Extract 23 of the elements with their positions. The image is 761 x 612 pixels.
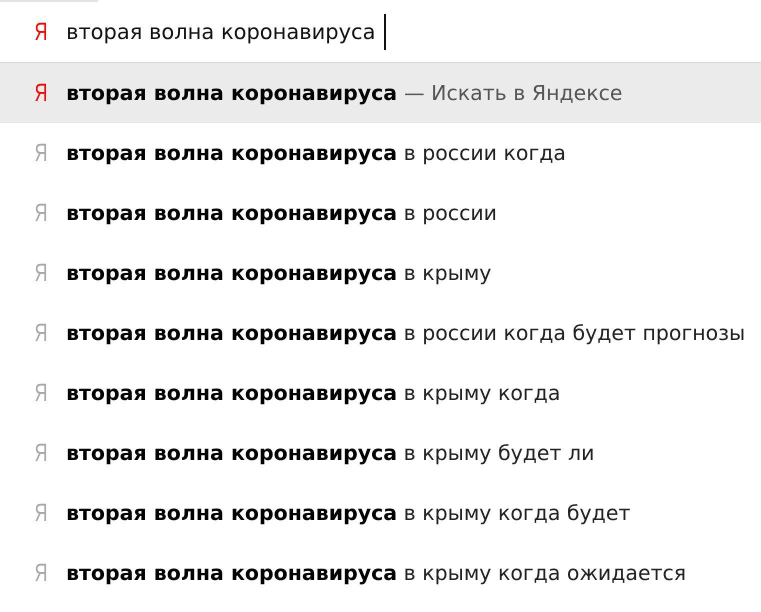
suggestion-text: вторая волна коронавируса в крыму когда будет <box>66 502 630 524</box>
suggestion-text: вторая волна коронавируса <box>66 82 398 104</box>
suggestion-text: вторая волна коронавируса в россии <box>66 202 497 224</box>
suggestion-text: вторая волна коронавируса в россии когда будет прогнозы <box>66 322 746 344</box>
logo-icon: Я <box>34 200 48 226</box>
logo-icon: Я <box>34 500 48 526</box>
logo-icon: Я <box>34 440 48 466</box>
suggestion-text: вторая волна коронавируса в крыму будет ли <box>66 442 594 464</box>
logo-icon: Я <box>34 140 48 166</box>
suggestion-row[interactable]: Я вторая волна коронавируса — Искать в Яндексе <box>0 63 761 123</box>
logo-icon: Я <box>34 320 48 346</box>
logo-icon: Я <box>34 560 48 586</box>
suggestion-text: вторая волна коронавируса в крыму когда <box>66 382 560 404</box>
search-input[interactable]: вторая волна коронавируса <box>66 22 376 42</box>
logo-icon: Я <box>34 380 48 406</box>
suggestion-text: вторая волна коронавируса в крыму когда ожидается <box>66 562 686 584</box>
search-hint: — Искать в Яндексе <box>404 82 623 104</box>
text-cursor <box>384 14 386 50</box>
suggestion-text: вторая волна коронавируса в россии когда <box>66 142 566 164</box>
logo-icon: Я <box>34 260 48 286</box>
suggestion-text: вторая волна коронавируса в крыму <box>66 262 492 284</box>
logo-icon: Я <box>34 80 48 106</box>
logo-icon: Я <box>34 20 48 44</box>
